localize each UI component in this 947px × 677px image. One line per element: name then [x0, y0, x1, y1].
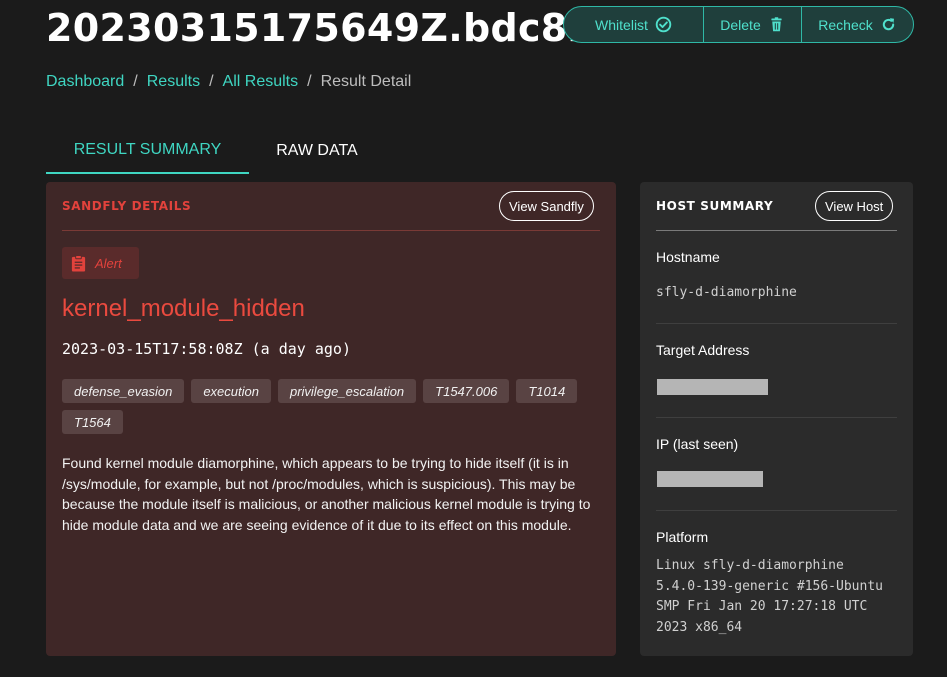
tab-raw-data[interactable]: RAW DATA	[249, 128, 385, 174]
sandfly-description: Found kernel module diamorphine, which a…	[62, 455, 591, 533]
page-title: 20230315175649Z.bdc8b…	[46, 6, 634, 50]
recheck-button[interactable]: Recheck	[801, 7, 913, 42]
status-label: Alert	[95, 255, 122, 271]
tag: execution	[191, 379, 271, 403]
tag-list: defense_evasion execution privilege_esca…	[62, 379, 607, 434]
result-tabs: RESULT SUMMARY RAW DATA	[46, 128, 385, 174]
whitelist-button[interactable]: Whitelist	[564, 7, 703, 42]
ip-label: IP (last seen)	[656, 436, 739, 452]
ip-redacted	[657, 471, 763, 487]
delete-button[interactable]: Delete	[703, 7, 801, 42]
check-circle-icon	[655, 16, 672, 33]
tag: privilege_escalation	[277, 379, 417, 403]
whitelist-label: Whitelist	[595, 16, 648, 33]
host-summary-card: HOST SUMMARY View Host Hostname sfly-d-d…	[640, 182, 913, 656]
platform-label: Platform	[656, 529, 709, 545]
breadcrumb-separator: /	[209, 73, 214, 90]
breadcrumb-separator: /	[133, 73, 138, 90]
breadcrumb-all-results[interactable]: All Results	[223, 73, 299, 91]
divider	[656, 230, 897, 231]
sandfly-name: kernel_module_hidden	[62, 295, 305, 322]
recheck-label: Recheck	[818, 16, 873, 33]
breadcrumb-results[interactable]: Results	[147, 73, 200, 91]
status-badge: Alert	[62, 247, 139, 279]
breadcrumb: Dashboard / Results / All Results / Resu…	[46, 73, 411, 91]
hostname-value: sfly-d-diamorphine	[656, 285, 797, 300]
divider	[656, 417, 897, 418]
target-address-label: Target Address	[656, 342, 750, 358]
refresh-icon	[882, 18, 894, 31]
tab-result-summary[interactable]: RESULT SUMMARY	[46, 128, 249, 174]
view-sandfly-button[interactable]: View Sandfly	[499, 191, 594, 221]
divider	[656, 323, 897, 324]
breadcrumb-current: Result Detail	[320, 73, 412, 90]
trash-icon	[771, 17, 782, 32]
divider	[656, 510, 897, 511]
sandfly-details-card: SANDFLY DETAILS View Sandfly Alert kerne…	[46, 182, 616, 656]
breadcrumb-dashboard[interactable]: Dashboard	[46, 73, 124, 91]
hostname-label: Hostname	[656, 249, 720, 265]
tag: T1564	[62, 410, 123, 434]
tag: T1547.006	[423, 379, 510, 403]
breadcrumb-separator: /	[307, 73, 312, 90]
tag: defense_evasion	[62, 379, 185, 403]
sandfly-details-heading: SANDFLY DETAILS	[62, 199, 192, 213]
view-host-button[interactable]: View Host	[815, 191, 894, 221]
divider	[62, 230, 600, 231]
host-summary-heading: HOST SUMMARY	[656, 199, 774, 213]
sandfly-timestamp: 2023-03-15T17:58:08Z (a day ago)	[62, 340, 351, 358]
target-address-redacted	[657, 379, 768, 395]
clipboard-icon	[71, 254, 86, 272]
platform-value: Linux sfly-d-diamorphine 5.4.0-139-gener…	[656, 558, 883, 635]
tag: T1014	[516, 379, 578, 403]
result-actions: Whitelist Delete Recheck	[563, 6, 914, 43]
delete-label: Delete	[720, 16, 761, 33]
